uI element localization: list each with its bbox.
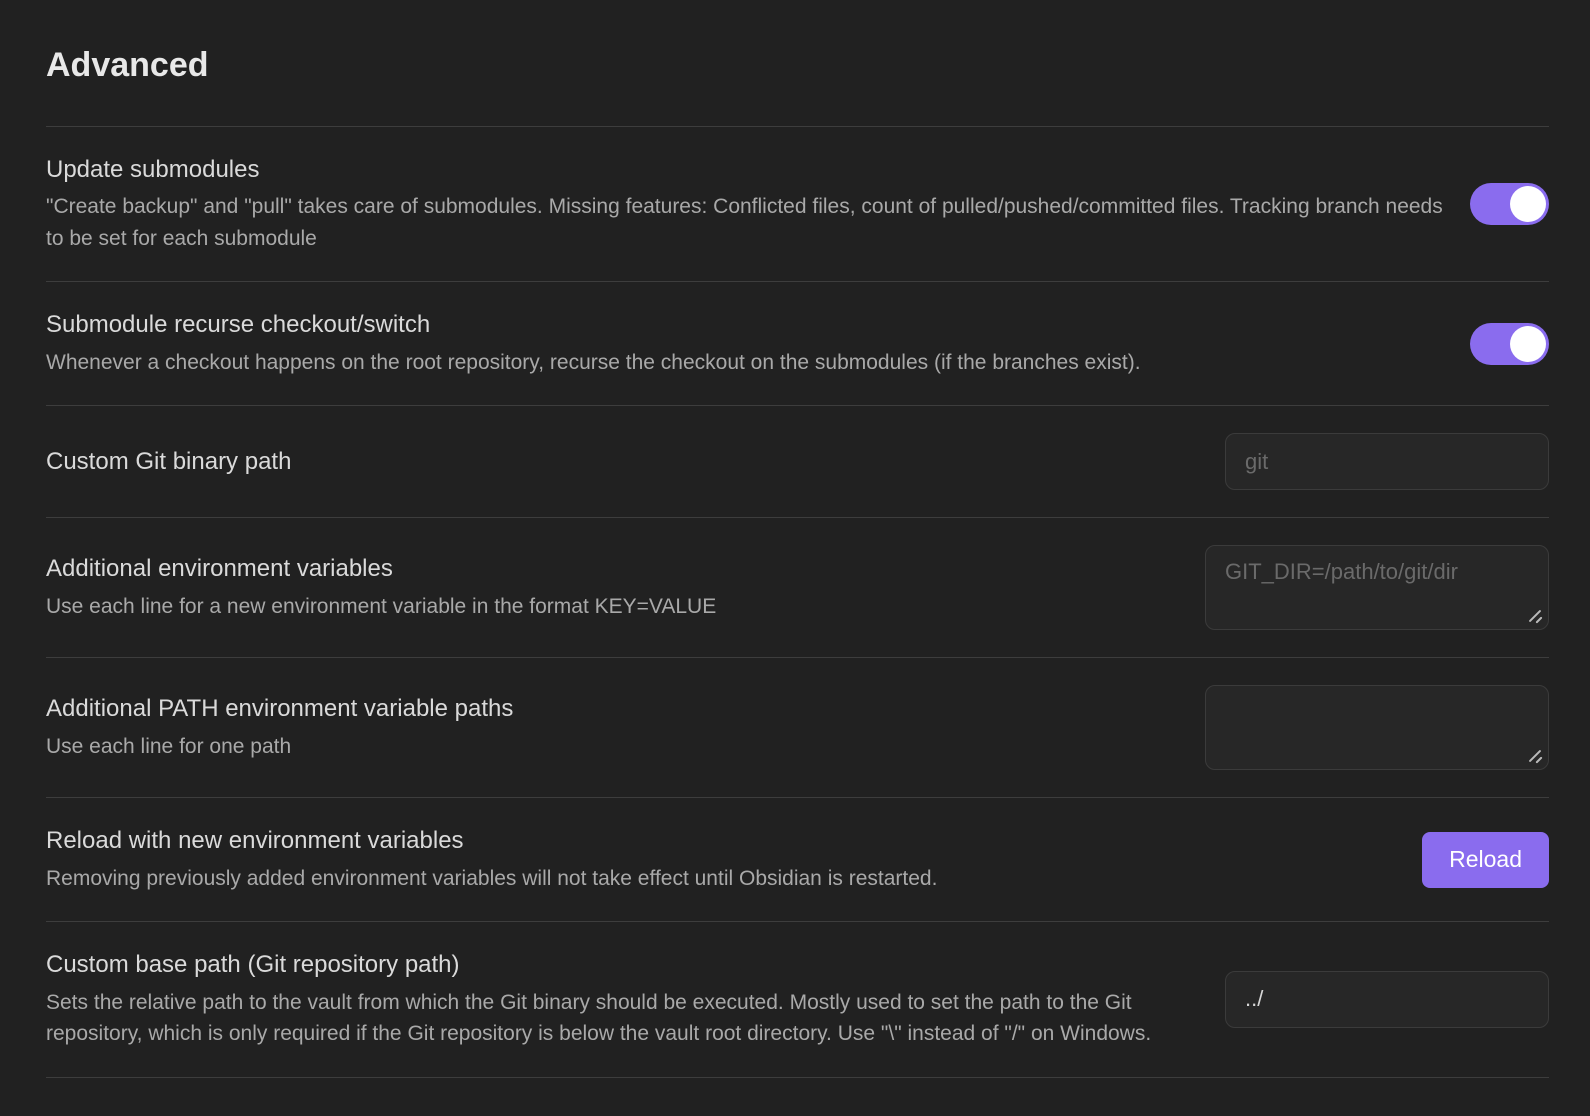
setting-control xyxy=(1225,971,1549,1028)
setting-info: Custom Git binary path xyxy=(46,446,1201,478)
setting-description: Use each line for a new environment vari… xyxy=(46,591,1181,623)
git-binary-path-input[interactable] xyxy=(1225,433,1549,490)
setting-name: Custom Git binary path xyxy=(46,446,1201,478)
setting-name: Additional environment variables xyxy=(46,553,1181,585)
setting-row-update-submodules: Update submodules "Create backup" and "p… xyxy=(46,126,1549,281)
submodule-recurse-toggle[interactable] xyxy=(1470,323,1549,365)
setting-control xyxy=(1225,433,1549,490)
setting-control: Reload xyxy=(1422,832,1549,888)
base-path-input[interactable] xyxy=(1225,971,1549,1028)
update-submodules-toggle[interactable] xyxy=(1470,183,1549,225)
textarea-wrap xyxy=(1205,545,1549,630)
setting-description: Removing previously added environment va… xyxy=(46,863,1398,895)
setting-name: Update submodules xyxy=(46,154,1446,186)
setting-control xyxy=(1470,323,1549,365)
resize-grip-icon[interactable] xyxy=(1527,748,1544,765)
setting-name: Submodule recurse checkout/switch xyxy=(46,309,1446,341)
setting-description: Use each line for one path xyxy=(46,731,1181,763)
setting-description: "Create backup" and "pull" takes care of… xyxy=(46,191,1446,254)
env-variables-textarea[interactable] xyxy=(1205,545,1549,630)
setting-info: Custom base path (Git repository path) S… xyxy=(46,949,1201,1049)
reload-button[interactable]: Reload xyxy=(1422,832,1549,888)
setting-row-custom-base-path: Custom base path (Git repository path) S… xyxy=(46,921,1549,1076)
path-env-variables-textarea[interactable] xyxy=(1205,685,1549,770)
toggle-knob xyxy=(1510,326,1546,362)
setting-row-env-variables: Additional environment variables Use eac… xyxy=(46,517,1549,657)
setting-description: Whenever a checkout happens on the root … xyxy=(46,347,1446,379)
setting-control xyxy=(1470,183,1549,225)
setting-description: Sets the relative path to the vault from… xyxy=(46,987,1201,1050)
setting-name: Custom base path (Git repository path) xyxy=(46,949,1201,981)
setting-row-path-env-variables: Additional PATH environment variable pat… xyxy=(46,657,1549,797)
setting-control xyxy=(1205,545,1549,630)
toggle-knob xyxy=(1510,186,1546,222)
setting-control xyxy=(1205,685,1549,770)
setting-row-submodule-recurse: Submodule recurse checkout/switch Whenev… xyxy=(46,281,1549,405)
setting-row-reload-env: Reload with new environment variables Re… xyxy=(46,797,1549,921)
setting-row-git-binary-path: Custom Git binary path xyxy=(46,405,1549,517)
setting-info: Submodule recurse checkout/switch Whenev… xyxy=(46,309,1446,378)
setting-info: Reload with new environment variables Re… xyxy=(46,825,1398,894)
textarea-wrap xyxy=(1205,685,1549,770)
setting-name: Reload with new environment variables xyxy=(46,825,1398,857)
setting-info: Additional environment variables Use eac… xyxy=(46,553,1181,622)
setting-name: Additional PATH environment variable pat… xyxy=(46,693,1181,725)
settings-list: Update submodules "Create backup" and "p… xyxy=(46,126,1549,1078)
resize-grip-icon[interactable] xyxy=(1527,608,1544,625)
setting-info: Update submodules "Create backup" and "p… xyxy=(46,154,1446,254)
setting-info: Additional PATH environment variable pat… xyxy=(46,693,1181,762)
page-title: Advanced xyxy=(46,42,1549,126)
